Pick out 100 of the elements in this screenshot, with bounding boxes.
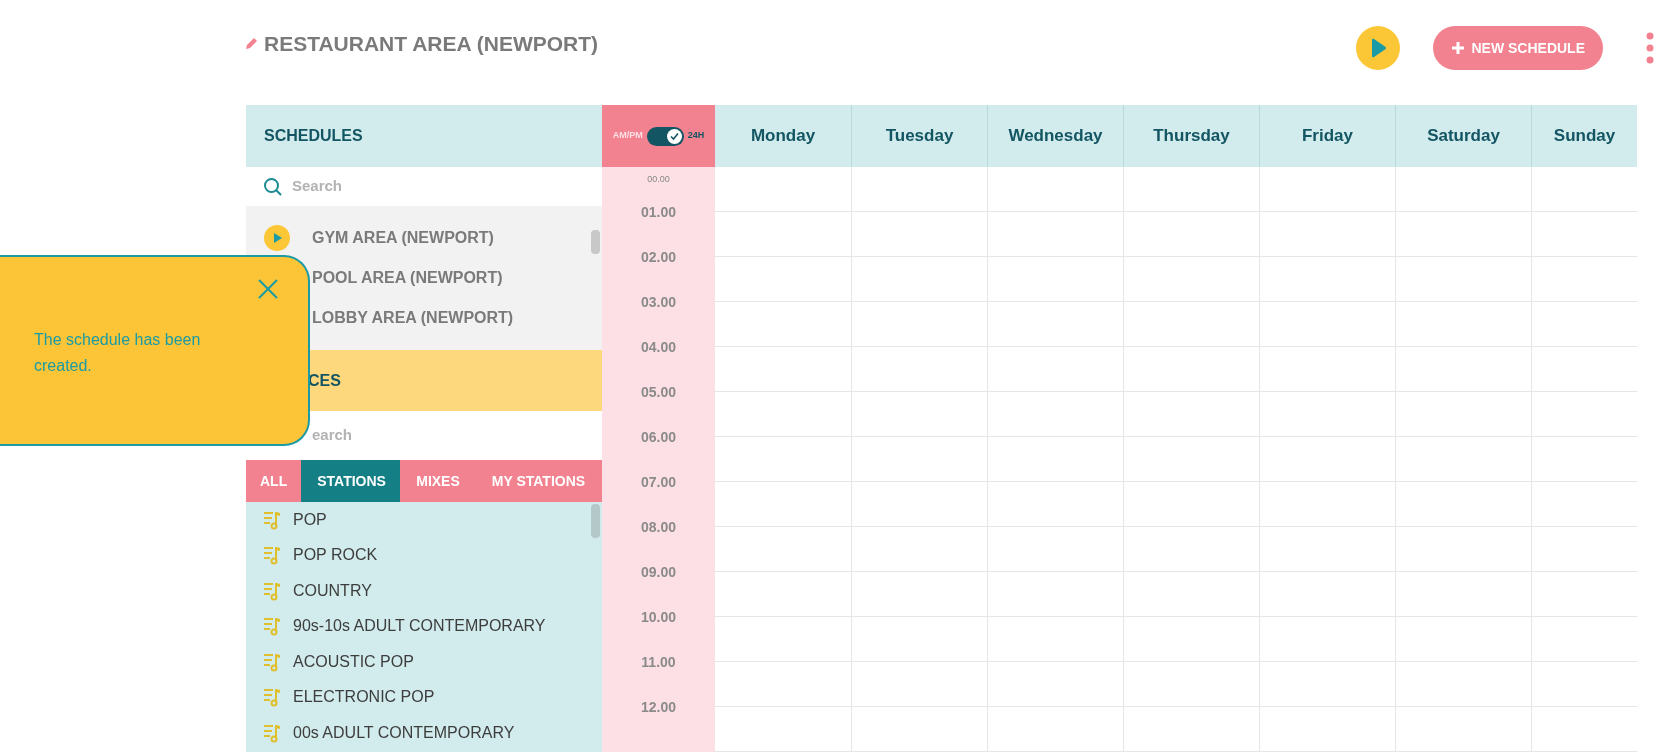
schedule-slot[interactable]: [1395, 392, 1531, 437]
pencil-icon[interactable]: [245, 37, 258, 51]
schedule-slot[interactable]: [851, 302, 987, 347]
station-item[interactable]: POP ROCK: [293, 543, 378, 568]
schedule-slot[interactable]: [1123, 482, 1259, 527]
schedule-slot[interactable]: [851, 167, 987, 212]
schedule-slot[interactable]: [1123, 212, 1259, 257]
schedule-slot[interactable]: [851, 212, 987, 257]
schedule-slot[interactable]: [1259, 482, 1395, 527]
station-item[interactable]: ELECTRONIC POP: [293, 685, 435, 710]
search-field[interactable]: Search: [292, 175, 542, 198]
schedule-slot[interactable]: [1395, 707, 1531, 752]
schedule-slot[interactable]: [1259, 527, 1395, 572]
schedule-slot[interactable]: [1123, 347, 1259, 392]
schedule-slot[interactable]: [1395, 617, 1531, 662]
schedule-slot[interactable]: [987, 662, 1123, 707]
play-button[interactable]: [1356, 26, 1401, 70]
schedule-slot[interactable]: [851, 437, 987, 482]
schedule-slot[interactable]: [1395, 302, 1531, 347]
schedule-slot[interactable]: [1531, 527, 1637, 572]
schedule-slot[interactable]: [851, 257, 987, 302]
schedule-slot[interactable]: [1259, 617, 1395, 662]
schedule-slot[interactable]: [987, 572, 1123, 617]
schedule-slot[interactable]: [1259, 392, 1395, 437]
schedule-slot[interactable]: [1123, 617, 1259, 662]
schedule-slot[interactable]: [1531, 662, 1637, 707]
schedule-slot[interactable]: [987, 167, 1123, 212]
schedule-slot[interactable]: [987, 302, 1123, 347]
schedule-slot[interactable]: [1531, 302, 1637, 347]
schedule-slot[interactable]: [851, 707, 987, 752]
schedule-slot[interactable]: [851, 347, 987, 392]
schedule-slot[interactable]: [851, 662, 987, 707]
schedule-item[interactable]: LOBBY AREA (NEWPORT): [312, 306, 514, 330]
station-item[interactable]: 90s-10s ADULT CONTEMPORARY: [293, 614, 546, 639]
schedule-slot[interactable]: [1531, 437, 1637, 482]
schedule-slot[interactable]: [987, 257, 1123, 302]
schedule-slot[interactable]: [1395, 257, 1531, 302]
schedule-slot[interactable]: [1259, 257, 1395, 302]
schedule-slot[interactable]: [1123, 257, 1259, 302]
schedule-slot[interactable]: [1531, 707, 1637, 752]
schedule-slot[interactable]: [851, 527, 987, 572]
station-item[interactable]: ACOUSTIC POP: [293, 649, 414, 674]
scrollbar-thumb[interactable]: [591, 504, 600, 538]
station-item[interactable]: 00s ADULT CONTEMPORARY: [293, 720, 515, 745]
schedule-slot[interactable]: [1123, 302, 1259, 347]
new-schedule-button[interactable]: NEW SCHEDULE: [1433, 26, 1603, 70]
schedule-slot[interactable]: [1259, 167, 1395, 212]
schedule-slot[interactable]: [1395, 347, 1531, 392]
search-field[interactable]: earch: [312, 424, 562, 447]
schedule-slot[interactable]: [851, 617, 987, 662]
format-toggle[interactable]: [646, 126, 684, 146]
schedule-slot[interactable]: [851, 482, 987, 527]
schedule-slot[interactable]: [1531, 392, 1637, 437]
schedule-slot[interactable]: [1123, 662, 1259, 707]
schedule-slot[interactable]: [987, 482, 1123, 527]
schedule-slot[interactable]: [1395, 437, 1531, 482]
schedule-slot[interactable]: [987, 617, 1123, 662]
station-item[interactable]: COUNTRY: [293, 578, 372, 603]
more-options-icon[interactable]: [1646, 32, 1654, 64]
schedule-slot[interactable]: [1123, 527, 1259, 572]
schedule-slot[interactable]: [1531, 257, 1637, 302]
schedule-slot[interactable]: [987, 347, 1123, 392]
schedule-item[interactable]: POOL AREA (NEWPORT): [312, 266, 503, 290]
play-icon[interactable]: [264, 225, 290, 251]
schedule-slot[interactable]: [1259, 212, 1395, 257]
schedule-slot[interactable]: [1259, 302, 1395, 347]
schedule-slot[interactable]: [1259, 347, 1395, 392]
station-item[interactable]: POP: [293, 507, 327, 532]
schedule-slot[interactable]: [1123, 167, 1259, 212]
schedule-slot[interactable]: [1531, 482, 1637, 527]
schedule-slot[interactable]: [1531, 347, 1637, 392]
scrollbar-thumb[interactable]: [591, 230, 600, 254]
schedule-slot[interactable]: [1531, 572, 1637, 617]
schedule-slot[interactable]: [1123, 437, 1259, 482]
schedule-slot[interactable]: [1259, 572, 1395, 617]
schedule-slot[interactable]: [1123, 392, 1259, 437]
schedule-slot[interactable]: [1531, 167, 1637, 212]
schedule-slot[interactable]: [987, 527, 1123, 572]
schedule-slot[interactable]: [1395, 167, 1531, 212]
schedule-slot[interactable]: [987, 392, 1123, 437]
schedule-slot[interactable]: [1259, 707, 1395, 752]
schedule-slot[interactable]: [987, 212, 1123, 257]
source-tab[interactable]: STATIONS: [301, 460, 401, 502]
schedule-slot[interactable]: [1395, 572, 1531, 617]
schedule-slot[interactable]: [1395, 212, 1531, 257]
schedule-slot[interactable]: [987, 707, 1123, 752]
schedule-slot[interactable]: [1531, 617, 1637, 662]
schedule-slot[interactable]: [851, 572, 987, 617]
schedule-slot[interactable]: [1395, 482, 1531, 527]
schedule-slot[interactable]: [1123, 572, 1259, 617]
schedule-item[interactable]: GYM AREA (NEWPORT): [312, 226, 494, 250]
schedule-slot[interactable]: [851, 392, 987, 437]
schedule-slot[interactable]: [1123, 707, 1259, 752]
schedule-slot[interactable]: [987, 437, 1123, 482]
schedule-slot[interactable]: [1395, 527, 1531, 572]
schedule-slot[interactable]: [1531, 212, 1637, 257]
schedule-slot[interactable]: [1259, 437, 1395, 482]
close-icon[interactable]: [258, 279, 278, 299]
schedule-slot[interactable]: [1395, 662, 1531, 707]
schedule-slot[interactable]: [1259, 662, 1395, 707]
